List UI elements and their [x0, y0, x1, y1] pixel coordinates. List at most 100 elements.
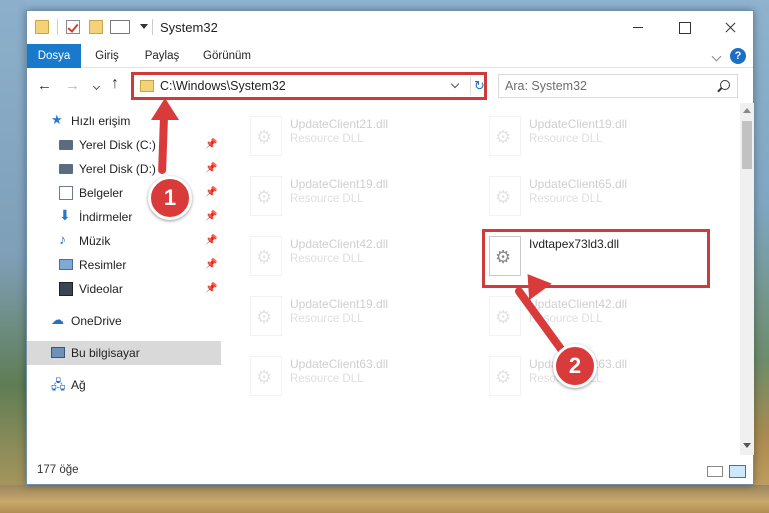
file-type: Resource DLL	[290, 313, 364, 325]
large-icons-view-icon[interactable]	[729, 465, 746, 478]
nav-item-network[interactable]: 🖧 Ağ	[27, 373, 221, 397]
nav-label: Yerel Disk (D:)	[79, 162, 156, 176]
vertical-scrollbar[interactable]	[740, 103, 754, 455]
maximize-button[interactable]	[661, 11, 707, 44]
pin-icon[interactable]: 📌	[205, 163, 217, 174]
nav-item-local-disk-d[interactable]: Yerel Disk (D:) 📌	[27, 157, 221, 181]
pin-icon[interactable]: 📌	[205, 283, 217, 294]
file-item[interactable]: UpdateClient42.dll Resource DLL	[242, 227, 468, 285]
dll-file-icon	[489, 356, 521, 396]
tab-home[interactable]: Giriş	[87, 44, 127, 68]
music-icon: ♪	[59, 231, 66, 247]
cloud-icon: ☁	[51, 312, 64, 327]
nav-item-videos[interactable]: Videolar 📌	[27, 277, 221, 301]
nav-label: Müzik	[79, 234, 111, 248]
properties-check-icon[interactable]	[66, 20, 80, 34]
file-name: UpdateClient21.dll	[290, 117, 389, 131]
file-item[interactable]: UpdateClient19.dll Resource DLL	[481, 107, 707, 165]
pictures-icon	[59, 259, 73, 270]
back-arrow-icon[interactable]: ←	[37, 77, 52, 94]
file-list: UpdateClient21.dll Resource DLL UpdateCl…	[222, 103, 740, 455]
file-name: UpdateClient42.dll	[529, 297, 628, 311]
dll-file-icon	[250, 176, 282, 216]
scroll-thumb[interactable]	[742, 121, 752, 169]
videos-icon	[59, 282, 73, 296]
scroll-down-icon[interactable]	[743, 443, 751, 448]
pin-icon[interactable]: 📌	[205, 259, 217, 270]
file-name: UpdateClient63.dll	[290, 357, 389, 371]
file-item[interactable]: UpdateClient63.dll Resource DLL	[242, 347, 468, 405]
documents-icon	[59, 186, 73, 200]
item-count: 177 öğe	[37, 464, 79, 476]
help-icon[interactable]: ?	[730, 48, 746, 64]
file-type: Resource DLL	[529, 193, 603, 205]
forward-arrow-icon[interactable]: →	[65, 77, 80, 94]
desktop-background	[0, 0, 26, 513]
dll-file-icon	[489, 176, 521, 216]
recent-locations-chevron-icon[interactable]	[92, 82, 101, 91]
nav-item-documents[interactable]: Belgeler 📌	[27, 181, 221, 205]
nav-item-onedrive[interactable]: ☁ OneDrive	[27, 309, 221, 333]
ribbon-tabs: Dosya Giriş Paylaş Görünüm ?	[27, 44, 753, 68]
file-type: Resource DLL	[529, 133, 603, 145]
file-type: Resource DLL	[290, 133, 364, 145]
desktop-background-bottom	[0, 485, 769, 513]
file-name: UpdateClient65.dll	[529, 177, 628, 191]
expand-ribbon-icon[interactable]	[711, 51, 722, 62]
minimize-button[interactable]	[615, 11, 661, 44]
dll-file-icon	[489, 296, 521, 336]
address-highlight-box	[131, 72, 487, 100]
properties-icon[interactable]	[110, 20, 130, 34]
downloads-icon: ⬇	[59, 207, 71, 223]
file-highlight-box	[482, 229, 710, 288]
callout-badge-1: 1	[148, 176, 192, 220]
callout-badge-2: 2	[553, 344, 597, 388]
nav-label: Ağ	[71, 378, 86, 392]
file-type: Resource DLL	[290, 373, 364, 385]
dll-file-icon	[250, 356, 282, 396]
nav-item-local-disk-c[interactable]: Yerel Disk (C:) 📌	[27, 133, 221, 157]
dll-file-icon	[250, 296, 282, 336]
file-item[interactable]: UpdateClient19.dll Resource DLL	[242, 167, 468, 225]
pin-icon[interactable]: 📌	[205, 187, 217, 198]
drive-icon	[59, 140, 73, 150]
chevron-down-icon[interactable]	[140, 24, 148, 29]
navigation-pane: ★ Hızlı erişim Yerel Disk (C:) 📌 Yerel D…	[27, 103, 221, 455]
divider	[57, 19, 58, 35]
file-name: UpdateClient19.dll	[290, 177, 389, 191]
star-icon: ★	[51, 112, 63, 127]
file-item[interactable]: UpdateClient21.dll Resource DLL	[242, 107, 468, 165]
status-bar: 177 öğe	[27, 460, 753, 484]
file-item[interactable]: UpdateClient65.dll Resource DLL	[481, 167, 707, 225]
file-item[interactable]: UpdateClient19.dll Resource DLL	[242, 287, 468, 345]
tab-view[interactable]: Görünüm	[197, 44, 257, 68]
tab-share[interactable]: Paylaş	[137, 44, 187, 68]
nav-label: Videolar	[79, 282, 123, 296]
pin-icon[interactable]: 📌	[205, 211, 217, 222]
navigation-bar: ← → ↑ C:\Windows\System32 ↻	[27, 69, 753, 103]
file-name: UpdateClient42.dll	[290, 237, 389, 251]
nav-quick-access[interactable]: ★ Hızlı erişim	[27, 109, 221, 133]
up-arrow-icon[interactable]: ↑	[111, 75, 119, 93]
nav-label: OneDrive	[71, 314, 122, 328]
file-item[interactable]: UpdateClient42.dll Resource DLL	[481, 287, 707, 345]
new-folder-icon[interactable]	[89, 20, 103, 34]
pin-icon[interactable]: 📌	[205, 235, 217, 246]
search-icon[interactable]	[720, 80, 730, 90]
file-type: Resource DLL	[290, 253, 364, 265]
search-input[interactable]	[505, 78, 705, 94]
file-name: UpdateClient19.dll	[529, 117, 628, 131]
nav-item-this-pc[interactable]: Bu bilgisayar	[27, 341, 221, 365]
search-box[interactable]	[498, 74, 738, 98]
network-icon: 🖧	[51, 377, 66, 392]
pin-icon[interactable]: 📌	[205, 139, 217, 150]
nav-item-downloads[interactable]: ⬇ İndirmeler 📌	[27, 205, 221, 229]
details-view-icon[interactable]	[707, 466, 723, 477]
close-button[interactable]	[707, 11, 753, 44]
scroll-up-icon[interactable]	[743, 108, 751, 113]
tab-file[interactable]: Dosya	[27, 44, 81, 68]
drive-icon	[59, 164, 73, 174]
divider	[152, 19, 153, 35]
nav-item-pictures[interactable]: Resimler 📌	[27, 253, 221, 277]
nav-item-music[interactable]: ♪ Müzik 📌	[27, 229, 221, 253]
